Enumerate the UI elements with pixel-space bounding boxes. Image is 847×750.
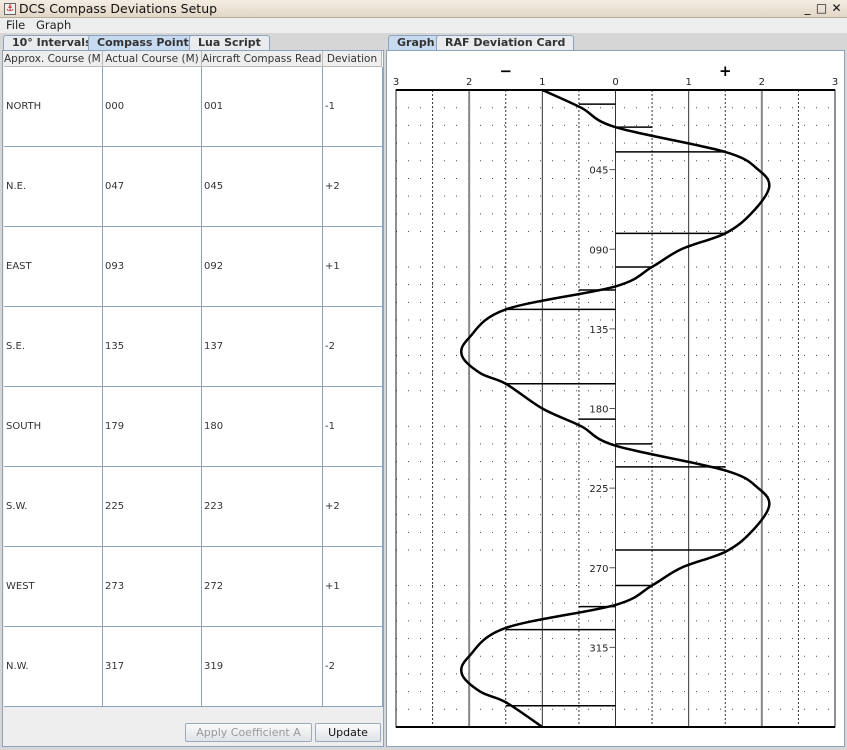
table-row[interactable]: S.W. 225 223 +2 — [4, 467, 383, 547]
table-cell[interactable]: 001 — [202, 67, 323, 147]
table-cell[interactable]: 045 — [202, 147, 323, 227]
table-cell[interactable]: 000 — [103, 67, 202, 147]
x-tick-label: 3 — [832, 77, 838, 88]
table-cell[interactable]: EAST — [4, 227, 103, 307]
x-tick-label: 0 — [612, 77, 618, 88]
table-cell[interactable]: N.E. — [4, 147, 103, 227]
table-cell[interactable]: 317 — [103, 627, 202, 707]
apply-coefficient-a-button[interactable]: Apply Coefficient A — [185, 723, 312, 742]
table-cell[interactable]: 319 — [202, 627, 323, 707]
graph-panel: 3 2 1 0 1 2 3 − +045 090 135 180 225 270 315 — [386, 50, 845, 747]
minimize-button[interactable]: _ — [801, 2, 814, 15]
x-tick-label: 1 — [685, 77, 691, 88]
y-tick-label: 270 — [589, 564, 608, 575]
table-cell[interactable]: +2 — [323, 147, 383, 227]
app-icon: ⚓ — [4, 3, 16, 15]
y-tick-label: 315 — [589, 643, 608, 654]
table-cell[interactable]: -2 — [323, 307, 383, 387]
table-cell[interactable]: +2 — [323, 467, 383, 547]
table-row[interactable]: S.E. 135 137 -2 — [4, 307, 383, 387]
close-button[interactable]: ✕ — [830, 2, 843, 15]
table-cell[interactable]: S.W. — [4, 467, 103, 547]
plus-label: + — [719, 62, 732, 80]
table-cell[interactable]: N.W. — [4, 627, 103, 707]
y-tick-label: 135 — [589, 325, 608, 336]
column-header[interactable]: Deviation — [323, 51, 382, 67]
title-bar: ⚓ DCS Compass Deviations Setup _ □ ✕ — [0, 0, 847, 18]
table-cell[interactable]: NORTH — [4, 67, 103, 147]
table-cell[interactable]: +1 — [323, 227, 383, 307]
tab-compass-points[interactable]: Compass Points — [88, 35, 205, 50]
deviation-table: Approx. Course (M) Actual Course (M) Air… — [4, 51, 383, 707]
y-tick-label: 045 — [589, 166, 608, 177]
compass-points-panel: Approx. Course (M) Actual Course (M) Air… — [2, 50, 384, 747]
menu-bar: File Graph — [0, 18, 847, 33]
column-header[interactable]: Actual Course (M) — [103, 51, 202, 67]
table-cell[interactable]: -2 — [323, 627, 383, 707]
table-row[interactable]: SOUTH 179 180 -1 — [4, 387, 383, 467]
table-cell[interactable]: 180 — [202, 387, 323, 467]
menu-file[interactable]: File — [6, 18, 25, 32]
table-cell[interactable]: 093 — [103, 227, 202, 307]
x-tick-label: 1 — [539, 77, 545, 88]
table-row[interactable]: N.W. 317 319 -2 — [4, 627, 383, 707]
table-row[interactable]: WEST 273 272 +1 — [4, 547, 383, 627]
tab-10-intervals[interactable]: 10° Intervals — [3, 35, 101, 50]
window-title: DCS Compass Deviations Setup — [19, 1, 218, 16]
table-cell[interactable]: 225 — [103, 467, 202, 547]
table-cell[interactable]: 047 — [103, 147, 202, 227]
minus-label: − — [499, 62, 512, 80]
table-cell[interactable]: 273 — [103, 547, 202, 627]
menu-graph[interactable]: Graph — [36, 18, 71, 32]
table-cell[interactable]: 272 — [202, 547, 323, 627]
table-row[interactable]: N.E. 047 045 +2 — [4, 147, 383, 227]
table-cell[interactable]: 179 — [103, 387, 202, 467]
table-row[interactable]: EAST 093 092 +1 — [4, 227, 383, 307]
table-cell[interactable]: -1 — [323, 387, 383, 467]
x-tick-label: 2 — [466, 77, 472, 88]
table-cell[interactable]: +1 — [323, 547, 383, 627]
x-tick-label: 2 — [759, 77, 765, 88]
table-cell[interactable]: 223 — [202, 467, 323, 547]
table-cell[interactable]: -1 — [323, 67, 383, 147]
table-row[interactable]: NORTH 000 001 -1 — [4, 67, 383, 147]
x-tick-label: 3 — [393, 77, 399, 88]
tab-raf-deviation-card[interactable]: RAF Deviation Card — [436, 35, 575, 50]
column-header[interactable]: Aircraft Compass Reads — [202, 51, 323, 67]
maximize-button[interactable]: □ — [815, 2, 828, 15]
y-tick-label: 090 — [589, 245, 608, 256]
table-cell[interactable]: WEST — [4, 547, 103, 627]
table-cell[interactable]: SOUTH — [4, 387, 103, 467]
table-cell[interactable]: 137 — [202, 307, 323, 387]
y-tick-label: 225 — [589, 484, 608, 495]
deviation-graph: 3 2 1 0 1 2 3 − +045 090 135 180 225 270 315 — [393, 62, 838, 729]
column-header[interactable]: Approx. Course (M) — [4, 51, 103, 67]
tab-lua-script[interactable]: Lua Script — [189, 35, 270, 50]
y-tick-label: 180 — [589, 405, 608, 416]
update-button[interactable]: Update — [315, 723, 381, 742]
table-cell[interactable]: S.E. — [4, 307, 103, 387]
table-cell[interactable]: 135 — [103, 307, 202, 387]
table-cell[interactable]: 092 — [202, 227, 323, 307]
